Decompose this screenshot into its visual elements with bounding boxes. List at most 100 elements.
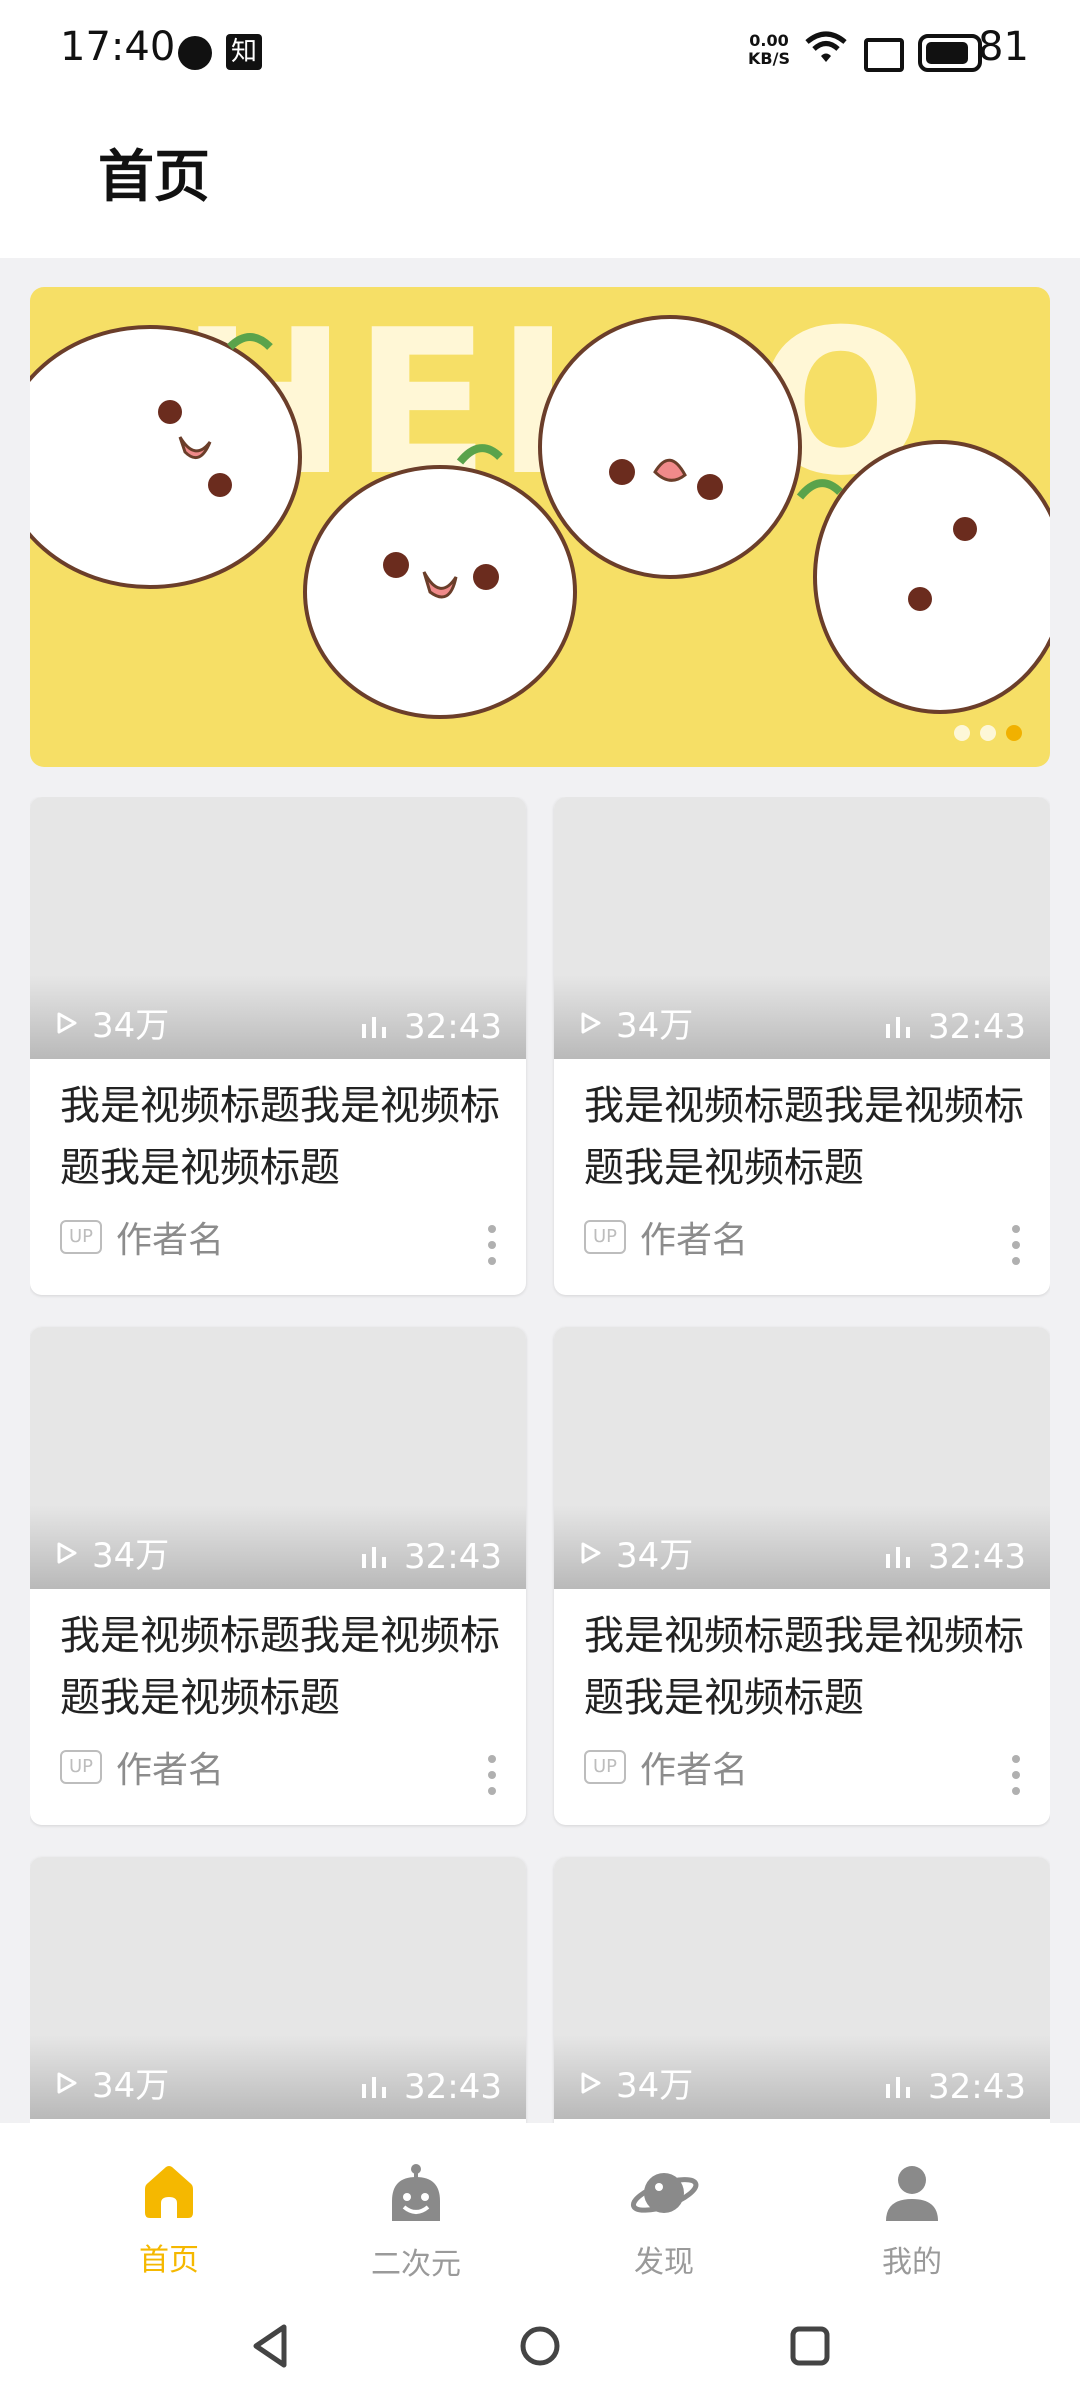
header: 首页: [0, 100, 1080, 258]
home-icon: [145, 2166, 193, 2218]
bars-icon: [886, 2077, 911, 2098]
video-duration: 32:43: [360, 1007, 502, 1047]
video-title[interactable]: 我是视频标题我是视频标题我是视频标题: [584, 1605, 1024, 1729]
play-count: 34万: [580, 998, 693, 1047]
video-meta: UP 作者名: [584, 1215, 748, 1261]
status-bar: 17:40 知 0.00 KB/S 81: [0, 0, 1080, 100]
person-icon: [886, 2166, 938, 2221]
page-title: 首页: [98, 145, 210, 210]
banner-illustration: [30, 315, 1050, 719]
banner-pagination: [954, 725, 1022, 741]
author-name[interactable]: 作者名: [116, 1741, 224, 1793]
bars-icon: [362, 1547, 387, 1568]
nav-label-home: 首页: [139, 2243, 199, 2278]
video-card[interactable]: 34万 32:43: [554, 1857, 1050, 2123]
banner-dot[interactable]: [954, 725, 970, 741]
video-card[interactable]: 34万 32:43 我是视频标题我是视频标题我是视频标题 UP 作者名: [554, 797, 1050, 1295]
video-duration: 32:43: [360, 1537, 502, 1577]
duration-text: 32:43: [928, 2067, 1026, 2107]
nav-label-anime: 二次元: [371, 2247, 461, 2282]
duration-text: 32:43: [404, 2067, 502, 2107]
video-duration: 32:43: [884, 1007, 1026, 1047]
play-count: 34万: [580, 1528, 693, 1577]
video-card[interactable]: 34万 32:43: [30, 1857, 526, 2123]
video-card[interactable]: 34万 32:43 我是视频标题我是视频标题我是视频标题 UP 作者名: [30, 797, 526, 1295]
network-speed-value: 0.00: [749, 31, 789, 50]
video-thumbnail[interactable]: 34万 32:43: [30, 1327, 526, 1589]
banner-dot-active[interactable]: [1006, 725, 1022, 741]
play-icon: [57, 2072, 77, 2093]
bottom-navigation: 首页 二次元 发现 我的: [0, 2123, 1080, 2293]
author-name[interactable]: 作者名: [640, 1741, 748, 1793]
nav-item-anime[interactable]: 二次元: [336, 2163, 496, 2283]
author-name[interactable]: 作者名: [640, 1211, 748, 1263]
play-count-text: 34万: [92, 1006, 170, 1046]
play-count-text: 34万: [92, 2066, 170, 2106]
play-icon: [581, 1012, 601, 1033]
bars-icon: [362, 2077, 387, 2098]
nav-item-discover[interactable]: 发现: [584, 2163, 744, 2281]
video-title[interactable]: 我是视频标题我是视频标题我是视频标题: [584, 1075, 1024, 1199]
duration-text: 32:43: [928, 1537, 1026, 1577]
bars-icon: [886, 1547, 911, 1568]
battery-level: 81: [978, 24, 1029, 70]
video-meta: UP 作者名: [60, 1745, 224, 1791]
play-icon: [57, 1542, 77, 1563]
video-thumbnail[interactable]: 34万 32:43: [554, 797, 1050, 1059]
system-navigation-bar: [0, 2293, 1080, 2400]
bars-icon: [886, 1017, 911, 1038]
video-title[interactable]: 我是视频标题我是视频标题我是视频标题: [60, 1075, 500, 1199]
play-count-text: 34万: [92, 1536, 170, 1576]
play-icon: [581, 2072, 601, 2093]
video-thumbnail[interactable]: 34万 32:43: [554, 1857, 1050, 2119]
video-thumbnail[interactable]: 34万 32:43: [554, 1327, 1050, 1589]
notification-dot-icon: [178, 36, 212, 70]
mascot-icon: [392, 2164, 440, 2221]
video-duration: 32:43: [884, 1537, 1026, 1577]
duration-text: 32:43: [404, 1537, 502, 1577]
up-badge: UP: [584, 1750, 626, 1784]
planet-icon: [630, 2173, 699, 2213]
video-title[interactable]: 我是视频标题我是视频标题我是视频标题: [60, 1605, 500, 1729]
video-duration: 32:43: [884, 2067, 1026, 2107]
back-icon[interactable]: [248, 2321, 292, 2371]
play-count: 34万: [56, 998, 169, 1047]
screen-rotate-icon: [864, 38, 904, 72]
author-name[interactable]: 作者名: [116, 1211, 224, 1263]
up-badge: UP: [60, 1220, 102, 1254]
play-icon: [57, 1012, 77, 1033]
nav-label-me: 我的: [882, 2245, 942, 2280]
nav-label-discover: 发现: [634, 2245, 694, 2280]
nav-item-me[interactable]: 我的: [832, 2163, 992, 2281]
play-count-text: 34万: [616, 1006, 694, 1046]
play-icon: [581, 1542, 601, 1563]
video-card[interactable]: 34万 32:43 我是视频标题我是视频标题我是视频标题 UP 作者名: [554, 1327, 1050, 1825]
banner-carousel[interactable]: HELLO: [30, 287, 1050, 767]
play-count-text: 34万: [616, 1536, 694, 1576]
status-time: 17:40: [60, 24, 176, 70]
nav-item-home[interactable]: 首页: [89, 2163, 249, 2279]
duration-text: 32:43: [404, 1007, 502, 1047]
video-card[interactable]: 34万 32:43 我是视频标题我是视频标题我是视频标题 UP 作者名: [30, 1327, 526, 1825]
battery-icon: [918, 34, 982, 72]
bars-icon: [362, 1017, 387, 1038]
video-meta: UP 作者名: [60, 1215, 224, 1261]
up-badge: UP: [60, 1750, 102, 1784]
video-thumbnail[interactable]: 34万 32:43: [30, 1857, 526, 2119]
more-options-icon[interactable]: [488, 1225, 498, 1265]
banner-dot[interactable]: [980, 725, 996, 741]
video-duration: 32:43: [360, 2067, 502, 2107]
video-meta: UP 作者名: [584, 1745, 748, 1791]
home-circle-icon[interactable]: [518, 2321, 562, 2371]
video-grid: 34万 32:43 我是视频标题我是视频标题我是视频标题 UP 作者名 34万 …: [30, 797, 1050, 2123]
up-badge: UP: [584, 1220, 626, 1254]
wifi-icon: [805, 30, 847, 70]
network-speed: 0.00 KB/S: [748, 32, 790, 68]
recents-icon[interactable]: [788, 2321, 832, 2371]
more-options-icon[interactable]: [1012, 1225, 1022, 1265]
play-count: 34万: [580, 2058, 693, 2107]
more-options-icon[interactable]: [1012, 1755, 1022, 1795]
zhihu-app-icon: 知: [226, 34, 262, 70]
video-thumbnail[interactable]: 34万 32:43: [30, 797, 526, 1059]
more-options-icon[interactable]: [488, 1755, 498, 1795]
